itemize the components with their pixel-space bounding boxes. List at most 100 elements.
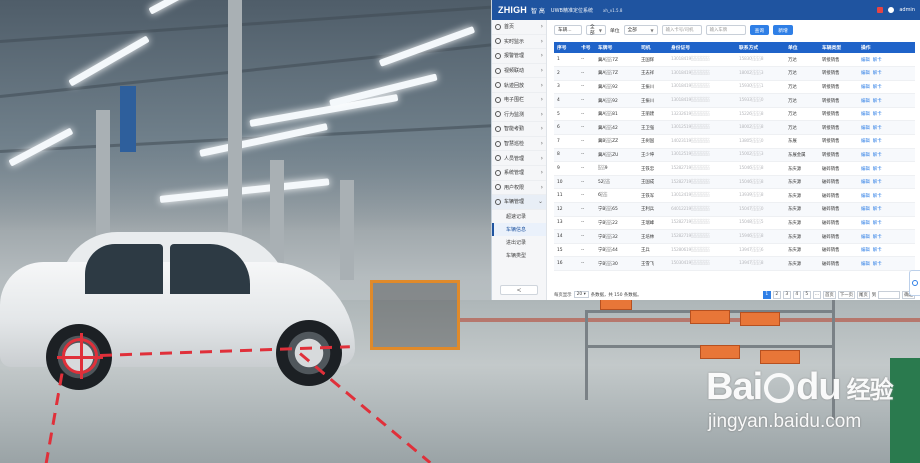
unit-select[interactable]: 全部 ▼: [623, 25, 658, 35]
unbind-card-link[interactable]: 解卡: [873, 207, 882, 212]
page-button[interactable]: ...: [812, 290, 822, 299]
unbind-card-link[interactable]: 解卡: [873, 235, 882, 240]
table-row[interactable]: 13 -- 宁B░░22 王瑞峰 15282719░░░░░░ 15048░░░5 东庆源 破…: [554, 216, 915, 231]
table-row[interactable]: 10 -- 52░░ 王国成 15282719░░░░░░ 15046░░░8 东庆源 破碎销…: [554, 175, 915, 190]
edit-link[interactable]: 编辑: [861, 248, 870, 253]
edit-link[interactable]: 编辑: [861, 99, 870, 104]
cell-text: 15830░░░8: [739, 57, 764, 63]
edit-link[interactable]: 编辑: [861, 262, 870, 267]
unbind-card-link[interactable]: 解卡: [873, 167, 882, 172]
unbind-card-link[interactable]: 解卡: [873, 262, 882, 267]
cell-text: 3: [557, 84, 560, 90]
sidebar-item[interactable]: 视频联动 ›: [492, 64, 546, 79]
sidebar-item[interactable]: 电子围栏 ›: [492, 93, 546, 108]
edit-link[interactable]: 编辑: [861, 112, 870, 117]
table-row[interactable]: 11 -- 6░░ 王铁军 13012419░░░░░░ 13939░░░8 东庆源 破碎销售…: [554, 188, 915, 204]
edit-link[interactable]: 编辑: [861, 194, 870, 199]
query-button[interactable]: 查询: [749, 25, 770, 35]
plate-input[interactable]: 输入车牌: [705, 25, 746, 35]
edit-link[interactable]: 编辑: [861, 167, 870, 172]
unbind-card-link[interactable]: 解卡: [873, 153, 882, 158]
table-row[interactable]: 16 -- 宁B░░30 王雪飞 15030419░░░░░░ 13947░░░8 东庆源 破…: [554, 256, 915, 271]
page-last-button[interactable]: 尾页: [857, 290, 870, 299]
user-avatar-icon[interactable]: [888, 7, 895, 13]
edit-link[interactable]: 编辑: [861, 207, 870, 212]
table-row[interactable]: 8 -- 冀A░░ZU 王少坤 13012519░░░░░░ 15002░░░3 东展金属 转…: [554, 148, 915, 163]
column-header[interactable]: 操作: [858, 42, 915, 53]
type-filter-select[interactable]: 车辆...: [554, 25, 582, 35]
cell-text: --: [581, 247, 585, 253]
column-header[interactable]: 车牌号: [595, 42, 638, 53]
unbind-card-link[interactable]: 解卡: [873, 85, 882, 90]
table-row[interactable]: 14 -- 宁B░░32 王培林 15282719░░░░░░ 15946░░░8 东庆源 破…: [554, 229, 915, 244]
table-row[interactable]: 3 -- 冀A░░92 王振川 13018419░░░░░░ 15930░░░1 万达 转接销…: [554, 80, 915, 95]
page-button[interactable]: 4: [792, 290, 801, 299]
scope-filter-select[interactable]: 全部 ▼: [586, 25, 606, 36]
page-size-select[interactable]: 20 ▾: [573, 291, 589, 298]
sidebar-item[interactable]: 实时监示 ›: [492, 35, 546, 50]
table-row[interactable]: 1 -- 冀A░░7Z 王国辉 13018419░░░░░░ 15830░░░8 万达 转接销…: [554, 53, 915, 68]
sidebar-subitem[interactable]: 车辆类型: [492, 249, 546, 262]
floating-side-tab[interactable]: [909, 270, 920, 296]
column-header[interactable]: 单位: [785, 42, 819, 53]
unbind-card-link[interactable]: 解卡: [873, 112, 882, 117]
table-row[interactable]: 2 -- 冀A░░7Z 王志祥 13018419░░░░░░ 18002░░░3 万达 转接销…: [554, 66, 915, 81]
unbind-card-link[interactable]: 解卡: [873, 139, 882, 144]
sidebar-subitem[interactable]: 车辆信息: [492, 222, 546, 236]
goto-page-input[interactable]: [878, 290, 901, 299]
page-button[interactable]: 1: [762, 290, 771, 299]
edit-link[interactable]: 编辑: [861, 180, 870, 185]
sidebar-item[interactable]: 首页 ›: [492, 20, 546, 35]
column-header[interactable]: 序号: [554, 42, 578, 53]
unbind-card-link[interactable]: 解卡: [873, 194, 882, 199]
edit-link[interactable]: 编辑: [861, 85, 870, 90]
page-next-button[interactable]: 下一页: [837, 290, 855, 299]
table-row[interactable]: 5 -- 冀A░░81 王丽建 13232619░░░░░░ 15226░░░8 万达 转接销…: [554, 107, 915, 122]
alarm-bell-icon[interactable]: [877, 7, 884, 13]
table-row[interactable]: 15 -- 宁B░░44 王兵 15280619░░░░░░ 13947░░░6 东庆源 破碎…: [554, 243, 915, 258]
username[interactable]: admin: [899, 7, 915, 13]
unbind-card-link[interactable]: 解卡: [873, 126, 882, 131]
column-header[interactable]: 身份证号: [668, 42, 736, 53]
unbind-card-link[interactable]: 解卡: [873, 71, 882, 76]
table-row[interactable]: 6 -- 冀A░░42 王卫强 13012519░░░░░░ 18002░░░8 万达 转接销…: [554, 120, 915, 136]
table-row[interactable]: 12 -- 宁B░░65 王利兵 64012219░░░░░░ 15047░░░0 东庆源 破…: [554, 202, 915, 217]
edit-link[interactable]: 编辑: [861, 153, 870, 158]
page-button[interactable]: 5: [802, 290, 811, 299]
sidebar-item[interactable]: 轨迹回放 ›: [492, 78, 546, 93]
table-row[interactable]: 7 -- 冀B░░ZZ 王树国 14023119░░░░░░ 13805░░░0 东展 转接销…: [554, 134, 915, 149]
column-header[interactable]: 联系方式: [736, 42, 785, 53]
edit-link[interactable]: 编辑: [861, 71, 870, 76]
sidebar-item[interactable]: 智慧巡检 ›: [492, 137, 546, 152]
unbind-card-link[interactable]: 解卡: [873, 248, 882, 253]
column-header[interactable]: 司机: [638, 42, 668, 53]
unbind-card-link[interactable]: 解卡: [873, 221, 882, 226]
sidebar-item[interactable]: 行为监测 ›: [492, 108, 546, 123]
page-first-button[interactable]: 首页: [823, 290, 836, 299]
column-header[interactable]: 卡号: [578, 42, 595, 53]
column-header[interactable]: 车辆类型: [819, 42, 858, 53]
sidebar-item[interactable]: 用户权限 ›: [492, 181, 546, 196]
sidebar-item[interactable]: 智能考勤 ›: [492, 122, 546, 137]
unbind-card-link[interactable]: 解卡: [873, 180, 882, 185]
page-button[interactable]: 3: [782, 290, 791, 299]
page-button[interactable]: 2: [772, 290, 781, 299]
collapse-sidebar-button[interactable]: <: [500, 285, 538, 295]
sidebar-subitem[interactable]: 进出记录: [492, 236, 546, 249]
unbind-card-link[interactable]: 解卡: [873, 58, 882, 63]
edit-link[interactable]: 编辑: [861, 58, 870, 63]
sidebar-subitem[interactable]: 超速记录: [492, 210, 546, 223]
table-row[interactable]: 4 -- 冀A░░92 王振川 13018419░░░░░░ 15933░░░0 万达 转接销…: [554, 93, 915, 108]
sidebar-item[interactable]: 报警管理 ›: [492, 49, 546, 64]
add-button[interactable]: 新增: [773, 25, 793, 35]
card-driver-input[interactable]: 输入卡号/司机: [661, 25, 702, 35]
sidebar-item[interactable]: 系统管理 ›: [492, 166, 546, 181]
sidebar-item[interactable]: 人员管理 ›: [492, 151, 546, 166]
unbind-card-link[interactable]: 解卡: [873, 99, 882, 104]
edit-link[interactable]: 编辑: [861, 235, 870, 240]
table-row[interactable]: 9 -- ░░9 王铁忠 15282719░░░░░░ 15046░░░8 东庆源 破碎销售 编…: [554, 161, 915, 176]
edit-link[interactable]: 编辑: [861, 139, 870, 144]
edit-link[interactable]: 编辑: [861, 221, 870, 226]
sidebar-item[interactable]: 车辆管理 ⌄: [492, 195, 546, 210]
edit-link[interactable]: 编辑: [861, 126, 870, 131]
